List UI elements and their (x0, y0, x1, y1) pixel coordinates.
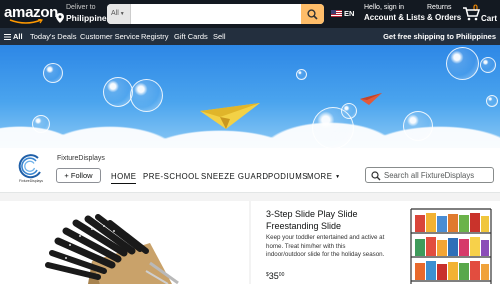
bubble-decoration (43, 63, 63, 83)
caret-down-icon: ▼ (119, 11, 125, 17)
paper-plane-red-icon (360, 93, 382, 105)
cart-label: Cart (481, 14, 498, 23)
product-tile-knife-set[interactable] (0, 201, 249, 284)
orders-label: & Orders (427, 13, 462, 22)
nav-link-sell[interactable]: Sell (213, 32, 226, 41)
product-price: $3500 (266, 271, 284, 281)
search-input[interactable] (132, 4, 300, 24)
bubble-decoration (103, 77, 133, 107)
amazon-logo[interactable]: amazon (4, 3, 58, 25)
all-menu-label: All (13, 32, 23, 41)
store-tab-more-label: MORE (307, 172, 333, 181)
brand-store-header: FixtureDisplays FixtureDisplays + Follow… (0, 148, 500, 193)
search-category-label: All (111, 10, 119, 17)
hamburger-icon (4, 34, 11, 40)
search-category-select[interactable]: All▼ (107, 4, 131, 24)
bubble-decoration (480, 57, 496, 73)
deliver-label: Deliver to (66, 4, 96, 11)
paper-plane-yellow-icon (200, 103, 260, 129)
nav-link-customer-service[interactable]: Customer Service (80, 32, 140, 41)
store-banner (0, 45, 500, 148)
search-icon (307, 9, 318, 20)
store-tab-podiums[interactable]: PODIUMS (268, 172, 308, 181)
bubble-decoration (341, 103, 357, 119)
bubble-decoration (130, 79, 163, 112)
price-whole: 35 (268, 271, 279, 281)
us-flag-icon (331, 10, 342, 17)
account-menu[interactable]: Hello, sign in Account & Lists (364, 4, 425, 26)
store-content: 3-Step Slide Play Slide Freestanding Sli… (0, 193, 500, 284)
account-label: Account & Lists (364, 13, 425, 22)
brand-logo[interactable]: FixtureDisplays (12, 152, 50, 190)
returns-orders[interactable]: Returns & Orders (427, 4, 461, 26)
display-rack-image (410, 208, 492, 284)
store-tab-sneeze-guard[interactable]: SNEEZE GUARD (201, 172, 269, 181)
price-cents: 00 (278, 272, 285, 278)
bubble-decoration (446, 47, 479, 80)
search-button[interactable] (301, 4, 324, 24)
store-search-input[interactable]: Search all FixtureDisplays (365, 167, 494, 183)
cart-icon (463, 7, 480, 21)
store-tab-pre-school[interactable]: PRE-SCHOOL (143, 172, 200, 181)
store-tab-home[interactable]: HOME (111, 172, 137, 184)
nav-link-gift-cards[interactable]: Gift Cards (174, 32, 208, 41)
bubble-decoration (32, 115, 50, 133)
search-icon (371, 171, 381, 181)
brand-name[interactable]: FixtureDisplays (57, 155, 105, 162)
bubble-decoration (486, 95, 498, 107)
account-greeting: Hello, sign in (364, 4, 405, 11)
brand-swirl-icon (18, 154, 41, 179)
nav-link-registry[interactable]: Registry (141, 32, 169, 41)
shipping-promo-link[interactable]: Get free shipping to Philippines (383, 32, 496, 41)
language-label: EN (344, 9, 355, 18)
caret-down-icon: ▼ (335, 174, 341, 180)
top-nav-bar: amazon Deliver to Philippines All▼ EN He… (0, 0, 500, 28)
location-pin-icon (56, 13, 64, 23)
search-bar: All▼ (107, 4, 324, 24)
bubble-decoration (403, 111, 433, 141)
product-description: Keep your toddler entertained and active… (266, 234, 385, 258)
store-search-placeholder: Search all FixtureDisplays (384, 171, 475, 180)
returns-label: Returns (427, 4, 452, 11)
all-menu-button[interactable]: All (4, 32, 23, 41)
secondary-nav: All Today's Deals Customer Service Regis… (0, 28, 500, 45)
product-title[interactable]: 3-Step Slide Play Slide Freestanding Sli… (266, 208, 386, 232)
product-tile-slide[interactable]: 3-Step Slide Play Slide Freestanding Sli… (251, 201, 500, 284)
store-tab-more[interactable]: MORE ▼ (307, 172, 341, 181)
smile-arrow-icon (9, 19, 43, 24)
deliver-location: Philippines (66, 13, 112, 23)
cart-button[interactable]: 0 Cart (463, 3, 499, 26)
knife-set-image (45, 214, 179, 284)
brand-logo-caption: FixtureDisplays (19, 179, 43, 183)
bubble-decoration (296, 69, 307, 80)
deliver-to[interactable]: Deliver to Philippines (56, 4, 112, 26)
nav-link-todays-deals[interactable]: Today's Deals (30, 32, 76, 41)
language-selector[interactable]: EN (331, 8, 359, 22)
follow-button[interactable]: + Follow (56, 168, 101, 183)
